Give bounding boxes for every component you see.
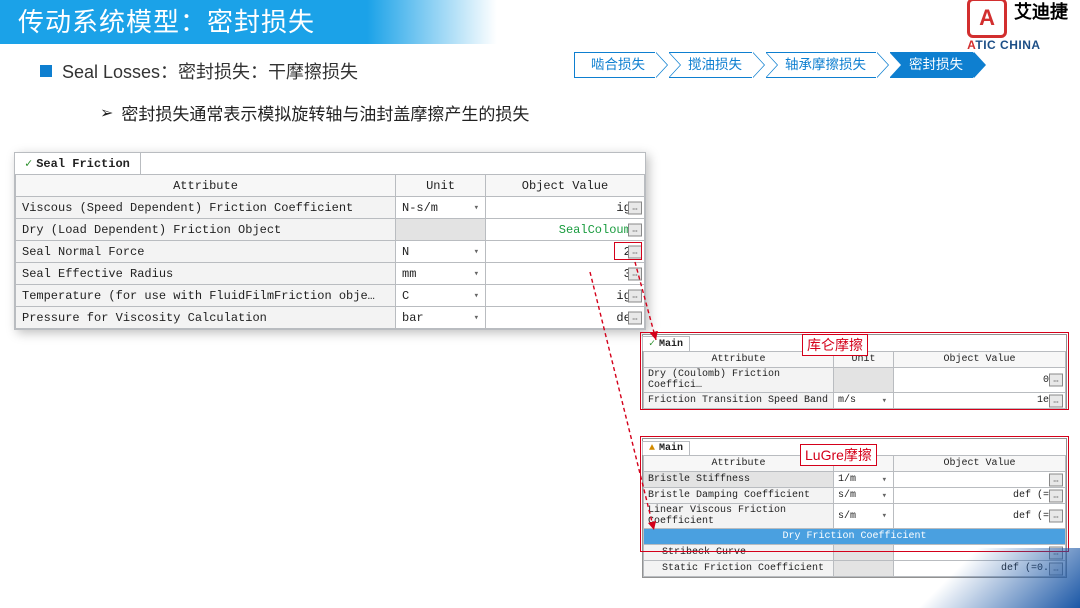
logo-en-tic: TIC CHINA <box>975 38 1040 52</box>
chevron-down-icon: ▾ <box>474 247 479 257</box>
slide-title: 传动系统模型：密封损失 <box>0 0 1080 44</box>
bullet-row: Seal Losses：密封损失：干摩擦损失 <box>40 58 358 84</box>
cell-unit[interactable]: N▾ <box>396 241 486 263</box>
cell-attribute: Temperature (for use with FluidFilmFrict… <box>16 285 396 307</box>
table-row: Seal Normal ForceN▾25… <box>16 241 645 263</box>
crumb-3[interactable]: 密封损失 <box>890 52 973 78</box>
th-val: Object Value <box>486 175 645 197</box>
checkmark-icon: ✓ <box>25 157 32 171</box>
th-attr: Attribute <box>16 175 396 197</box>
crumb-1-label: 搅油损失 <box>688 57 742 72</box>
cell-unit[interactable]: N-s/m▾ <box>396 197 486 219</box>
cell-unit <box>396 219 486 241</box>
logo-mark: A <box>967 0 1007 38</box>
ellipsis-button[interactable]: … <box>628 289 642 302</box>
breadcrumb: 啮合损失 搅油损失 轴承摩擦损失 密封损失 <box>574 52 987 78</box>
crumb-2-label: 轴承摩擦损失 <box>785 57 866 72</box>
table-row: Viscous (Speed Dependent) Friction Coeff… <box>16 197 645 219</box>
table-row: Pressure for Viscosity Calculationbar▾de… <box>16 307 645 329</box>
cell-value[interactable]: ign… <box>486 285 645 307</box>
square-bullet-icon <box>40 65 52 77</box>
ellipsis-button[interactable]: … <box>628 311 642 324</box>
cell-attribute: Seal Effective Radius <box>16 263 396 285</box>
crumb-3-label: 密封损失 <box>909 57 963 72</box>
corner-gradient <box>780 548 1080 608</box>
table-row: Dry (Load Dependent) Friction Object Seal… <box>16 219 645 241</box>
value-text: SealColoumb <box>559 223 638 237</box>
logo-en: ATIC CHINA <box>967 38 1068 52</box>
cell-value[interactable]: ign… <box>486 197 645 219</box>
highlight-label-lugre: LuGre摩擦 <box>800 444 877 466</box>
th-unit: Unit <box>396 175 486 197</box>
title-bar: 传动系统模型：密封损失 A 艾迪捷 ATIC CHINA <box>0 0 1080 44</box>
sub-bullet-text: 密封损失通常表示模拟旋转轴与油封盖摩擦产生的损失 <box>121 100 529 125</box>
arrow-bullet-icon: ➢ <box>100 103 113 123</box>
highlight-box-ellipsis <box>614 242 642 260</box>
cell-attribute: Seal Normal Force <box>16 241 396 263</box>
ellipsis-button[interactable]: … <box>628 201 642 214</box>
cell-value[interactable]: 30… <box>486 263 645 285</box>
cell-value[interactable]: SealColoumb… <box>486 219 645 241</box>
ellipsis-button[interactable]: … <box>628 267 642 280</box>
logo-cn: 艾迪捷 <box>1014 2 1068 22</box>
ellipsis-button[interactable]: … <box>628 223 642 236</box>
cell-unit[interactable]: C▾ <box>396 285 486 307</box>
cell-unit[interactable]: bar▾ <box>396 307 486 329</box>
crumb-1[interactable]: 搅油损失 <box>669 52 752 78</box>
cell-attribute: Dry (Load Dependent) Friction Object <box>16 219 396 241</box>
seal-friction-table: Attribute Unit Object Value Viscous (Spe… <box>15 174 645 329</box>
seal-friction-panel: ✓ Seal Friction Attribute Unit Object Val… <box>14 152 646 330</box>
sub-bullet-row: ➢ 密封损失通常表示模拟旋转轴与油封盖摩擦产生的损失 <box>100 100 529 125</box>
chevron-down-icon: ▾ <box>474 291 479 301</box>
cell-attribute: Viscous (Speed Dependent) Friction Coeff… <box>16 197 396 219</box>
seal-friction-tab[interactable]: ✓ Seal Friction <box>14 152 141 174</box>
chevron-down-icon: ▾ <box>474 269 479 279</box>
brand-logo: A 艾迪捷 ATIC CHINA <box>967 0 1068 52</box>
table-row: Temperature (for use with FluidFilmFrict… <box>16 285 645 307</box>
tab-label: Seal Friction <box>36 157 130 171</box>
chevron-down-icon: ▾ <box>474 203 479 213</box>
cell-value[interactable]: def… <box>486 307 645 329</box>
cell-attribute: Pressure for Viscosity Calculation <box>16 307 396 329</box>
crumb-2[interactable]: 轴承摩擦损失 <box>766 52 876 78</box>
highlight-label-coulomb: 库仑摩擦 <box>802 334 868 356</box>
crumb-0[interactable]: 啮合损失 <box>574 52 655 78</box>
table-row: Seal Effective Radiusmm▾30… <box>16 263 645 285</box>
cell-unit[interactable]: mm▾ <box>396 263 486 285</box>
chevron-down-icon: ▾ <box>474 313 479 323</box>
bullet-text: Seal Losses：密封损失：干摩擦损失 <box>62 58 358 84</box>
